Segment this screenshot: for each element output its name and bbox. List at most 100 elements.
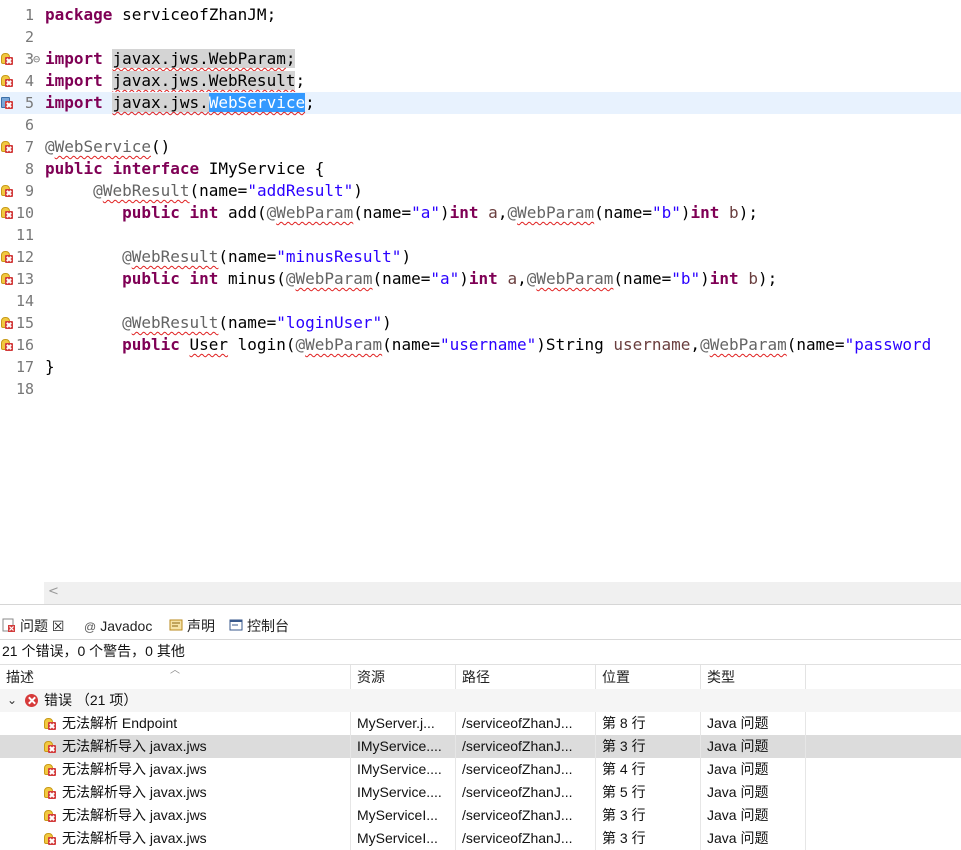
line-number: 1 [24, 6, 34, 24]
code-token: ) [680, 203, 691, 222]
cell-description: 无法解析 Endpoint [0, 712, 351, 735]
code-token: WebService [54, 137, 151, 156]
table-row[interactable]: 无法解析导入 javax.jws IMyService..../serviceof… [0, 758, 961, 781]
column-header-path[interactable]: 路径 [456, 665, 596, 689]
code-line[interactable]: 6 [0, 114, 961, 136]
cell-location: 第 3 行 [596, 827, 701, 850]
table-row[interactable]: 无法解析导入 javax.jws MyServiceI.../serviceofZ… [0, 827, 961, 850]
code-line[interactable]: 1 package serviceofZhanJM; [0, 4, 961, 26]
error-group-row[interactable]: ⌄ 错误 （21 项） [0, 689, 961, 712]
code-token: public [122, 335, 180, 354]
column-header-resource[interactable]: 资源 [351, 665, 456, 689]
code-token: ) [700, 269, 710, 288]
console-icon [229, 614, 243, 640]
line-number: 3 [24, 50, 34, 68]
code-token: public [122, 203, 180, 222]
code-token: WebResult [102, 181, 190, 200]
code-token: ) [459, 269, 469, 288]
scroll-left-arrow-icon[interactable]: < [48, 584, 59, 599]
column-header-location[interactable]: 位置 [596, 665, 701, 689]
code-text[interactable]: @WebService() [45, 136, 170, 158]
code-line[interactable]: 9 @WebResult(name="addResult") [0, 180, 961, 202]
code-token: WebParam [536, 269, 614, 288]
code-text[interactable]: } [45, 356, 55, 378]
code-line[interactable]: 17} [0, 356, 961, 378]
code-line[interactable]: 7 @WebService() [0, 136, 961, 158]
cell-path: /serviceofZhanJ... [456, 827, 596, 850]
cell-path: /serviceofZhanJ... [456, 758, 596, 781]
code-token: add( [218, 203, 267, 222]
code-token: @ [507, 203, 518, 222]
cell-location: 第 5 行 [596, 781, 701, 804]
table-row[interactable]: 无法解析导入 javax.jws MyServiceI.../serviceofZ… [0, 804, 961, 827]
code-text[interactable]: import javax.jws.WebService; [45, 92, 315, 114]
code-text[interactable]: public interface IMyService { [45, 158, 324, 180]
code-token: @ [122, 313, 132, 332]
code-line[interactable]: 18 [0, 378, 961, 400]
code-editor[interactable]: 1 package serviceofZhanJM; 2 3 ⊖ import javax… [0, 0, 961, 604]
tab-console[interactable]: 控制台 [229, 613, 299, 639]
tab-declaration[interactable]: 声明 [169, 613, 225, 639]
code-text[interactable]: import javax.jws.WebResult; [45, 70, 305, 92]
code-line[interactable]: 16 public User login(@WebParam(name="use… [0, 334, 961, 356]
code-token: @ [266, 203, 277, 222]
chevron-down-icon[interactable]: ⌄ [7, 689, 17, 712]
code-text[interactable]: @WebResult(name="loginUser") [45, 312, 392, 334]
code-token: WebParam [709, 335, 787, 354]
line-number: 7 [24, 138, 34, 156]
line-number: 15 [15, 314, 34, 332]
code-token: public [122, 269, 180, 288]
code-line[interactable]: 4 import javax.jws.WebResult; [0, 70, 961, 92]
horizontal-scrollbar[interactable]: < [44, 582, 961, 604]
code-text[interactable]: import javax.jws.WebParam; [45, 48, 296, 70]
code-line[interactable]: 5 import javax.jws.WebService; [0, 92, 961, 114]
cell-path: /serviceofZhanJ... [456, 804, 596, 827]
line-number: 17 [15, 358, 34, 376]
cell-path: /serviceofZhanJ... [456, 781, 596, 804]
code-token: minus( [218, 269, 286, 288]
column-header-type[interactable]: 类型 [701, 665, 806, 689]
code-token: int [468, 269, 498, 288]
code-token: "b" [651, 203, 681, 222]
line-number: 11 [15, 226, 34, 244]
table-row[interactable]: 无法解析导入 javax.jws IMyService..../serviceof… [0, 781, 961, 804]
code-line[interactable]: 2 [0, 26, 961, 48]
cell-type: Java 问题 [701, 827, 806, 850]
code-text[interactable]: @WebResult(name="addResult") [45, 180, 363, 202]
line-number: 9 [24, 182, 34, 200]
code-line[interactable]: 14 [0, 290, 961, 312]
cell-description: 无法解析导入 javax.jws [0, 735, 351, 758]
code-token: , [517, 269, 527, 288]
code-token: ) [353, 181, 363, 200]
code-line[interactable]: 10 public int add(@WebParam(name="a")int… [0, 202, 961, 224]
tab-console-label: 控制台 [247, 618, 289, 634]
code-text[interactable]: public int add(@WebParam(name="a")int a,… [45, 202, 758, 224]
code-token: import [45, 49, 103, 68]
fold-toggle-icon[interactable]: ⊖ [33, 49, 40, 69]
code-line[interactable]: 8 public interface IMyService { [0, 158, 961, 180]
tab-javadoc[interactable]: @ Javadoc [84, 613, 164, 639]
code-line[interactable]: 13 public int minus(@WebParam(name="a")i… [0, 268, 961, 290]
javadoc-icon: @ [84, 620, 97, 635]
table-row[interactable]: 无法解析导入 javax.jws IMyService..../serviceof… [0, 735, 961, 758]
code-token: (name= [372, 269, 431, 288]
code-text[interactable]: package serviceofZhanJM; [45, 4, 276, 26]
code-line[interactable]: 15 @WebResult(name="loginUser") [0, 312, 961, 334]
code-text[interactable]: @WebResult(name="minusResult") [45, 246, 411, 268]
code-text[interactable]: public User login(@WebParam(name="userna… [45, 334, 931, 356]
table-row[interactable]: 无法解析 Endpoint MyServer.j.../serviceofZhan… [0, 712, 961, 735]
code-line[interactable]: 3 ⊖ import javax.jws.WebParam; [0, 48, 961, 70]
code-line[interactable]: 11 [0, 224, 961, 246]
code-token: "b" [671, 269, 701, 288]
code-text[interactable]: public int minus(@WebParam(name="a")int … [45, 268, 777, 290]
column-header-description[interactable]: 描述 ︿ [0, 665, 351, 689]
code-line[interactable]: 12 @WebResult(name="minusResult") [0, 246, 961, 268]
code-token: import [45, 93, 103, 112]
tab-problems[interactable]: 问题 ☒ [2, 613, 76, 639]
line-number: 4 [24, 72, 34, 90]
